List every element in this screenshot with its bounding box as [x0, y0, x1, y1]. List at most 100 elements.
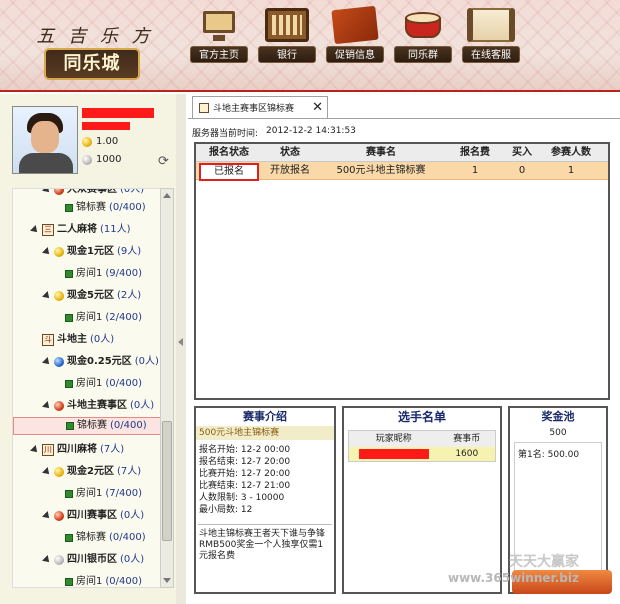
column-header[interactable]: 状态 — [262, 144, 318, 161]
tree-item-selected[interactable]: 锦标赛 (0/400) — [13, 417, 165, 435]
logo-text: 同乐城 — [44, 48, 140, 80]
player-table: 玩家昵称 赛事币 1600 — [348, 430, 496, 462]
silver-coin-icon — [82, 154, 92, 165]
drum-icon — [401, 8, 445, 42]
room-icon — [65, 578, 73, 586]
tree-item[interactable]: 斗地主赛事区 (0人) — [42, 397, 154, 415]
tree-item[interactable]: 房间1 (9/400) — [65, 265, 142, 283]
tree-item[interactable]: 大众赛事区 (0人) — [42, 189, 144, 199]
tree-item[interactable]: 四川银币区 (0人) — [42, 551, 144, 569]
panel-splitter[interactable] — [176, 94, 186, 604]
room-icon — [65, 204, 73, 212]
table-cell: 0 — [518, 165, 526, 176]
room-icon — [65, 534, 73, 542]
red-chip-icon — [54, 511, 64, 521]
scroll-down-icon[interactable] — [163, 578, 171, 583]
column-header: 赛事币 — [453, 434, 481, 444]
nav-bank[interactable]: 银行 — [258, 8, 316, 63]
tree-item[interactable]: 房间1 (0/400) — [65, 375, 142, 393]
tab-label: 斗地主赛事区锦标赛 — [213, 104, 295, 114]
player-row[interactable]: 1600 — [349, 447, 495, 461]
left-panel: 1.00 1000 ⟳ 大众赛事区 (0人) 锦标赛 (0/400) 三二人麻将 (1… — [0, 94, 178, 604]
silver-value: 1000 — [96, 154, 122, 165]
gold-coin-icon — [82, 136, 92, 147]
column-header[interactable]: 报名费 — [444, 144, 506, 161]
doudizhu-icon — [199, 102, 209, 113]
panel-title: 选手名单 — [397, 410, 446, 424]
tree-item[interactable]: 三二人麻将 (11人) — [30, 221, 131, 239]
signup-status-cell: 已报名 — [196, 162, 262, 181]
tab-tournament[interactable]: 斗地主赛事区锦标赛 ✕ — [192, 96, 328, 118]
tree-item[interactable]: 斗斗地主 (0人) — [31, 331, 114, 349]
table-row[interactable]: 已报名 开放报名 500元斗地主锦标赛 1 0 1 — [196, 162, 608, 181]
signed-badge[interactable]: 已报名 — [199, 163, 259, 181]
tree-item[interactable]: 锦标赛 (0/400) — [65, 529, 146, 547]
player-coins: 1600 — [455, 449, 479, 459]
close-icon[interactable]: ✕ — [312, 100, 323, 115]
server-time-label: 服务器当前时间: — [192, 129, 259, 139]
tree-item[interactable]: 现金1元区 (9人) — [42, 243, 141, 261]
gold-balance: 1.00 — [82, 136, 118, 147]
collapse-arrow-icon[interactable] — [178, 338, 183, 346]
red-chip-icon — [54, 189, 64, 195]
redacted-id — [82, 122, 130, 130]
tree-item[interactable]: 川四川麻将 (7人) — [30, 441, 124, 459]
tree-item[interactable]: 房间1 (0/400) — [65, 573, 142, 587]
gold-chip-icon — [54, 467, 64, 477]
room-icon — [65, 270, 73, 278]
nav-group[interactable]: 同乐群 — [394, 8, 452, 63]
info-line: 报名开始: 12-2 00:00 — [199, 445, 291, 455]
nav-label: 同乐群 — [394, 46, 452, 63]
tree-item[interactable]: 现金5元区 (2人) — [42, 287, 141, 305]
tree-item[interactable]: 锦标赛 (0/400) — [65, 199, 146, 217]
nav-support[interactable]: 在线客服 — [462, 8, 520, 63]
logo-calligraphy: 五 吉 乐 方 化 — [36, 26, 154, 73]
nav-label: 官方主页 — [190, 46, 248, 63]
player-name-cell — [349, 447, 439, 461]
tab-divider — [188, 118, 620, 119]
scroll-icon — [467, 8, 515, 42]
blue-chip-icon — [54, 357, 64, 367]
tree-item[interactable]: 现金2元区 (7人) — [42, 463, 141, 481]
nav-label: 促销信息 — [326, 46, 384, 63]
info-line: 比赛结束: 12-7 21:00 — [199, 481, 291, 491]
column-header: 玩家昵称 — [375, 434, 412, 444]
tournament-table: 报名状态 状态 赛事名 报名费 买入 参赛人数 已报名 开放报名 500元斗地主… — [194, 142, 610, 400]
nav-official-home[interactable]: 官方主页 — [190, 8, 248, 63]
nav-promotions[interactable]: 促销信息 — [326, 5, 384, 63]
tree-item[interactable]: 现金0.25元区 (0人) — [42, 353, 159, 371]
top-nav: 官方主页 银行 促销信息 同乐群 在线客服 — [190, 5, 520, 63]
scroll-thumb[interactable] — [162, 421, 172, 541]
room-icon — [65, 314, 73, 322]
user-info: 1.00 1000 ⟳ — [12, 106, 178, 176]
tree-item[interactable]: 四川赛事区 (0人) — [42, 507, 144, 525]
column-header[interactable]: 赛事名 — [318, 144, 444, 161]
computer-icon — [197, 8, 241, 42]
doudizhu-icon: 斗 — [42, 334, 54, 346]
column-header[interactable]: 报名状态 — [196, 144, 262, 161]
room-icon — [66, 422, 74, 430]
tree-scrollbar[interactable] — [160, 188, 174, 588]
refresh-icon[interactable]: ⟳ — [158, 154, 169, 169]
server-time-value: 2012-12-2 14:31:53 — [266, 126, 356, 136]
prize-total: 500 — [549, 428, 567, 438]
panel-title: 赛事介绍 — [243, 410, 287, 423]
player-table-header: 玩家昵称 赛事币 — [349, 431, 495, 447]
tree-item[interactable]: 房间1 (7/400) — [65, 485, 142, 503]
avatar[interactable] — [12, 106, 78, 174]
column-header[interactable]: 参赛人数 — [538, 144, 604, 161]
watermark-url: www.365winner.biz — [448, 571, 579, 585]
redacted-username — [82, 108, 154, 118]
tournament-intro-panel: 赛事介绍 500元斗地主锦标赛 报名开始: 12-2 00:00 报名结束: 1… — [194, 406, 336, 594]
tournament-name: 500元斗地主锦标赛 — [196, 426, 334, 440]
logo: 五 吉 乐 方 化 同乐城 — [36, 18, 154, 84]
info-line: 最小局数: 12 — [199, 505, 253, 515]
gold-chip-icon — [54, 247, 64, 257]
nav-label: 在线客服 — [462, 46, 520, 63]
column-header[interactable]: 买入 — [506, 144, 538, 161]
abacus-icon — [265, 8, 309, 42]
table-cell: 1 — [567, 165, 575, 176]
tree-item[interactable]: 房间1 (2/400) — [65, 309, 142, 327]
scroll-up-icon[interactable] — [163, 193, 171, 198]
table-cell: 500元斗地主锦标赛 — [336, 165, 426, 176]
